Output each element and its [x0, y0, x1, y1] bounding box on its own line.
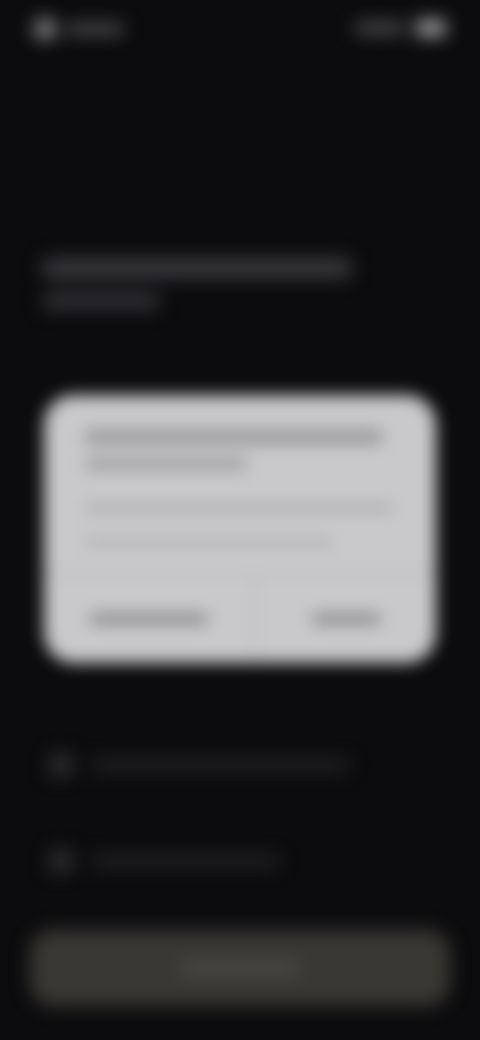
info-icon	[48, 752, 74, 778]
list-item[interactable]	[48, 750, 368, 780]
page-heading-line	[42, 258, 352, 278]
primary-button[interactable]	[30, 930, 450, 1006]
page-heading-line-2	[42, 292, 160, 310]
dialog-title	[84, 429, 384, 445]
status-left	[34, 18, 124, 40]
list-row[interactable]	[48, 750, 368, 780]
list-item-label	[90, 855, 280, 867]
signal-icon	[354, 23, 406, 33]
page-heading	[42, 258, 362, 310]
dialog-title-line-2	[84, 457, 248, 471]
notification-icon	[34, 18, 56, 40]
primary-button-label	[180, 962, 300, 974]
dialog-body	[84, 503, 394, 513]
battery-icon	[416, 20, 446, 36]
dialog-confirm-label	[311, 613, 381, 625]
list-row[interactable]	[48, 846, 368, 876]
list-item-label	[90, 759, 350, 771]
dialog-confirm-button[interactable]	[256, 575, 436, 663]
app-screen	[0, 0, 480, 1040]
dialog-cancel-button[interactable]	[44, 575, 254, 663]
status-right	[354, 20, 446, 36]
dialog-cancel-label	[89, 613, 209, 625]
status-bar	[0, 0, 480, 60]
dialog	[44, 395, 436, 663]
status-time	[66, 24, 124, 34]
info-icon	[48, 848, 74, 874]
dialog-body-line-2	[84, 537, 334, 547]
list-item[interactable]	[48, 846, 368, 876]
